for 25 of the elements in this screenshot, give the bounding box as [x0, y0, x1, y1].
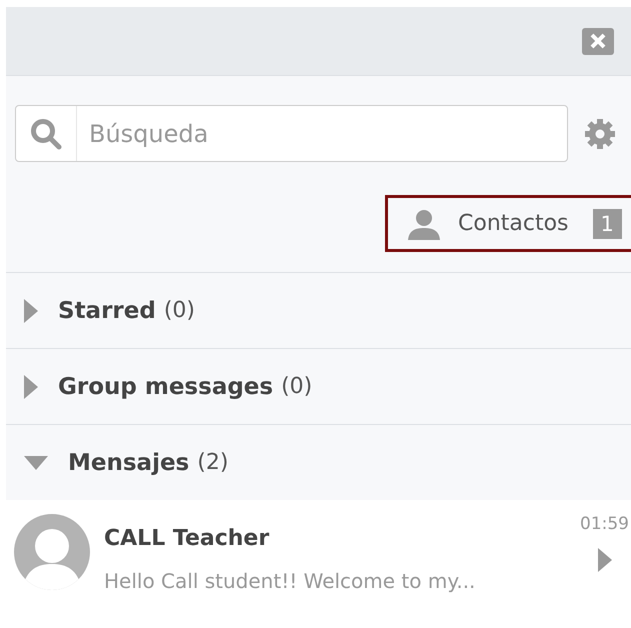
caret-right-icon [24, 298, 38, 322]
settings-icon[interactable] [584, 118, 616, 150]
section-header[interactable]: Group messages (0) [6, 348, 631, 424]
section-title: Starred [58, 298, 156, 324]
caret-right-icon[interactable] [598, 548, 612, 572]
user-icon [408, 208, 440, 240]
section-count: (0) [281, 374, 312, 399]
search-field[interactable]: Búsqueda [15, 105, 568, 162]
search-icon [30, 118, 62, 150]
caret-right-icon [24, 374, 38, 398]
section-header[interactable]: Starred (0) [6, 272, 631, 348]
message-sender: CALL Teacher [104, 526, 270, 551]
contacts-button[interactable]: Contactos 1 [385, 195, 631, 252]
close-icon [590, 33, 606, 49]
close-button[interactable] [582, 28, 614, 54]
contacts-label: Contactos [458, 211, 569, 236]
section-title: Mensajes [68, 450, 190, 476]
section-count: (0) [164, 298, 196, 323]
section-title: Group messages [58, 374, 274, 400]
section-count: (2) [197, 450, 228, 475]
caret-down-icon [24, 456, 48, 470]
section-header[interactable]: Mensajes (2) [6, 424, 631, 500]
message-preview: Hello Call student!! Welcome to my... [104, 569, 476, 593]
message-time: 01:59 [580, 514, 629, 534]
contacts-count: 1 [592, 208, 622, 238]
